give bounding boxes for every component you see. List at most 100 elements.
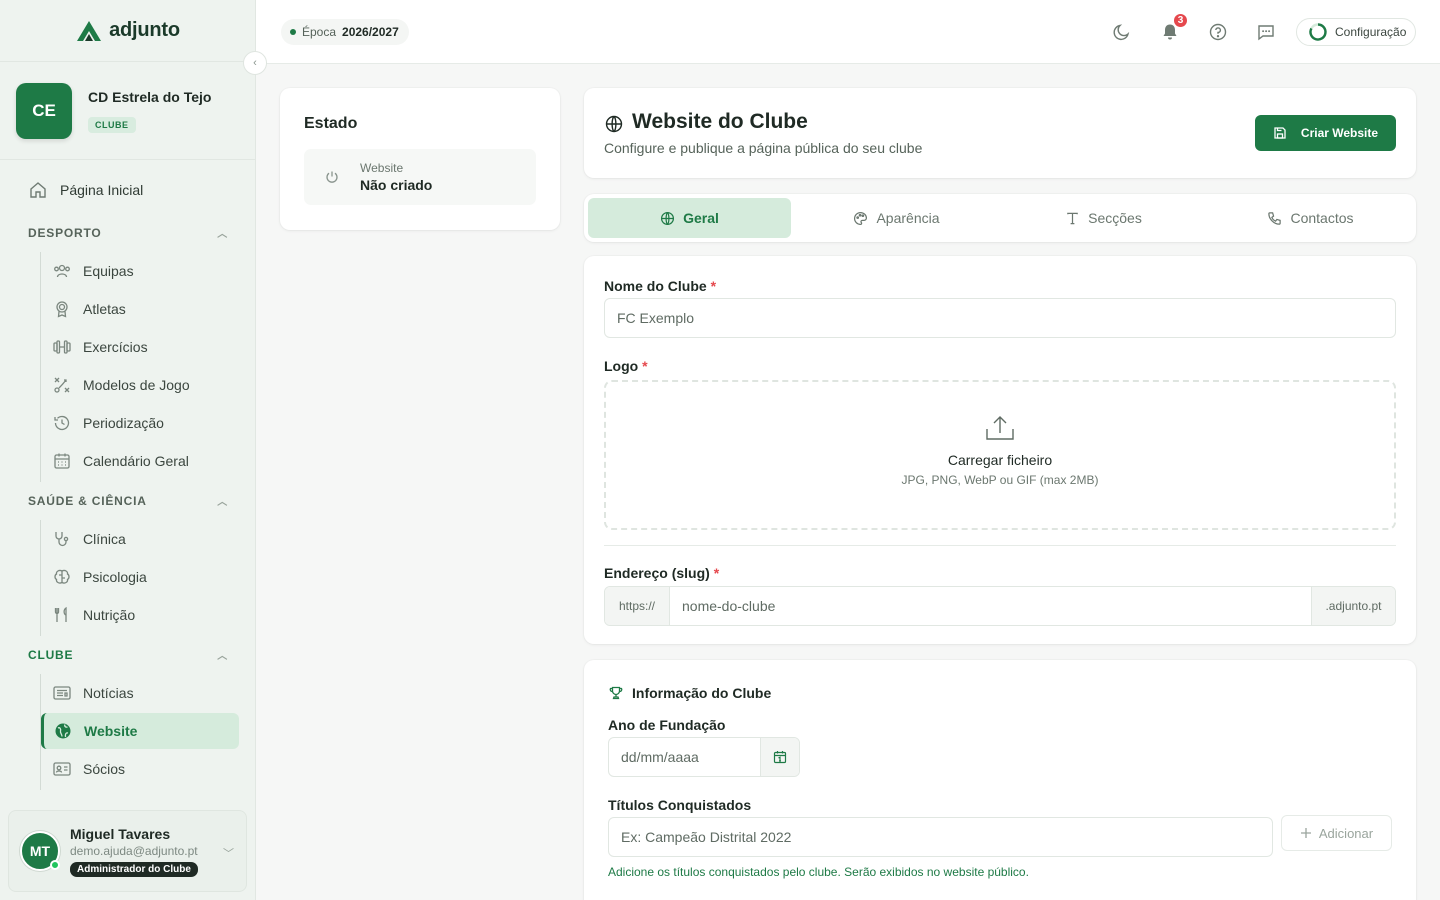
calendar-icon	[773, 751, 787, 764]
create-website-button[interactable]: Criar Website	[1255, 115, 1396, 151]
sidebar-item-label: Atletas	[83, 301, 126, 317]
section-desporto[interactable]: DESPORTO ︿	[28, 225, 228, 241]
sidebar-item-clinica[interactable]: Clínica	[52, 527, 126, 551]
newspaper-icon	[52, 683, 72, 703]
sidebar-item-periodizacao[interactable]: Periodização	[52, 411, 164, 435]
chevron-left-icon: ‹	[253, 57, 257, 69]
user-menu[interactable]: MT Miguel Tavares demo.ajuda@adjunto.pt …	[8, 810, 247, 892]
logo-dropzone[interactable]: Carregar ficheiro JPG, PNG, WebP ou GIF …	[604, 380, 1396, 530]
page-header: Website do Clube Configure e publique a …	[584, 88, 1416, 178]
section-clube[interactable]: CLUBE ︿	[28, 647, 228, 663]
notifications-button[interactable]: 3	[1158, 12, 1189, 44]
avatar: MT	[20, 831, 60, 871]
sidebar-item-socios[interactable]: Sócios	[52, 757, 125, 781]
message-square-icon	[1258, 25, 1274, 41]
sidebar-item-label: Sócios	[83, 761, 126, 777]
brain-icon	[52, 567, 72, 587]
divider	[604, 545, 1396, 546]
founded-label: Ano de Fundação	[608, 717, 726, 733]
avatar-initials: MT	[29, 843, 51, 859]
add-title-button[interactable]: Adicionar	[1281, 815, 1392, 851]
theme-toggle-button[interactable]	[1110, 20, 1134, 44]
sidebar-item-modelos-de-jogo[interactable]: Modelos de Jogo	[52, 373, 190, 397]
user-name: Miguel Tavares	[70, 825, 171, 842]
configuration-button[interactable]: Configuração	[1296, 18, 1416, 46]
palette-icon	[854, 211, 868, 225]
section-saude-ciencia[interactable]: SAÚDE & CIÊNCIA ︿	[28, 493, 228, 509]
season-value: 2026/2027	[342, 25, 399, 39]
sidebar-item-label: Website	[84, 723, 138, 739]
sidebar-item-home[interactable]: Página Inicial	[28, 180, 143, 200]
season-label: Época	[302, 25, 337, 39]
add-button-label: Adicionar	[1318, 825, 1374, 841]
sidebar-item-nutricao[interactable]: Nutrição	[52, 603, 135, 627]
sidebar-item-psicologia[interactable]: Psicologia	[52, 565, 147, 589]
card-title-text: Informação do Clube	[632, 685, 772, 701]
upload-hint: JPG, PNG, WebP ou GIF (max 2MB)	[901, 473, 1099, 487]
tab-label: Aparência	[876, 210, 940, 226]
globe-icon	[605, 115, 623, 133]
moon-icon	[1113, 24, 1130, 41]
sidebar-item-noticias[interactable]: Notícias	[52, 681, 134, 705]
tab-label: Geral	[683, 210, 719, 226]
dumbbell-icon	[52, 337, 72, 357]
date-picker-button[interactable]	[760, 738, 799, 776]
calendar-icon	[52, 451, 72, 471]
founded-date-input[interactable]: dd/mm/aaaa	[609, 738, 760, 776]
club-info-title: Informação do Clube	[608, 685, 771, 701]
label-text: Nome do Clube	[604, 278, 707, 294]
tactics-icon	[52, 375, 72, 395]
help-button[interactable]	[1206, 20, 1230, 44]
section-title: SAÚDE & CIÊNCIA	[28, 493, 147, 508]
tab-seccoes[interactable]: Secções	[1002, 198, 1205, 238]
tab-label: Secções	[1088, 210, 1142, 226]
collapse-sidebar-button[interactable]: ‹	[243, 51, 267, 75]
tab-contactos[interactable]: Contactos	[1209, 198, 1412, 238]
tab-geral[interactable]: Geral	[588, 198, 791, 238]
tab-aparencia[interactable]: Aparência	[795, 198, 998, 238]
upload-title: Carregar ficheiro	[947, 452, 1053, 468]
users-icon	[52, 261, 72, 281]
season-dot	[290, 29, 296, 35]
chevron-up-icon: ︿	[217, 497, 228, 508]
sidebar-item-website[interactable]: Website	[41, 713, 239, 749]
online-status-dot	[50, 860, 60, 870]
slug-input[interactable]: nome-do-clube	[670, 587, 1311, 625]
season-selector[interactable]: Época 2026/2027	[281, 19, 409, 45]
sidebar-item-calendario-geral[interactable]: Calendário Geral	[52, 449, 189, 473]
chevron-down-icon: ﹀	[223, 848, 234, 860]
sidebar: adjunto CE CD Estrela do Tejo CLUBE Pági…	[0, 0, 256, 900]
section-title: DESPORTO	[28, 225, 102, 240]
sidebar-item-equipas[interactable]: Equipas	[52, 259, 134, 283]
brand-logo[interactable]: adjunto	[0, 0, 255, 62]
configuration-label: Configuração	[1335, 25, 1407, 39]
sidebar-item-atletas[interactable]: Atletas	[52, 297, 126, 321]
club-name-input[interactable]: FC Exemplo	[604, 298, 1396, 338]
sidebar-item-label: Página Inicial	[60, 182, 144, 198]
sidebar-item-label: Periodização	[83, 415, 164, 431]
sidebar-item-exercicios[interactable]: Exercícios	[52, 335, 148, 359]
brand-name: adjunto	[109, 19, 180, 41]
slug-field: https:// nome-do-clube .adjunto.pt	[604, 586, 1396, 626]
tabs: Geral Aparência Secções Contactos	[584, 194, 1416, 242]
titles-input[interactable]: Ex: Campeão Distrital 2022	[608, 817, 1273, 857]
website-status-item: Website Não criado	[304, 149, 536, 205]
create-website-label: Criar Website	[1300, 126, 1379, 140]
club-name: CD Estrela do Tejo	[88, 88, 212, 105]
trophy-icon	[609, 686, 623, 700]
sidebar-item-label: Calendário Geral	[83, 453, 189, 469]
tree-line	[40, 252, 41, 482]
status-value: Não criado	[360, 177, 433, 193]
required-mark: *	[642, 358, 648, 374]
sidebar-item-label: Psicologia	[83, 569, 147, 585]
status-card-title: Estado	[304, 115, 358, 132]
save-icon	[1274, 127, 1286, 139]
sidebar-item-label: Nutrição	[83, 607, 136, 623]
sidebar-item-label: Equipas	[83, 263, 134, 279]
tree-line	[40, 520, 41, 636]
utensils-icon	[52, 605, 72, 625]
club-card[interactable]: CE CD Estrela do Tejo CLUBE	[0, 62, 255, 160]
user-role-badge: Administrador do Clube	[70, 861, 198, 877]
messages-button[interactable]	[1254, 20, 1278, 44]
founded-date-field: dd/mm/aaaa	[608, 737, 800, 777]
